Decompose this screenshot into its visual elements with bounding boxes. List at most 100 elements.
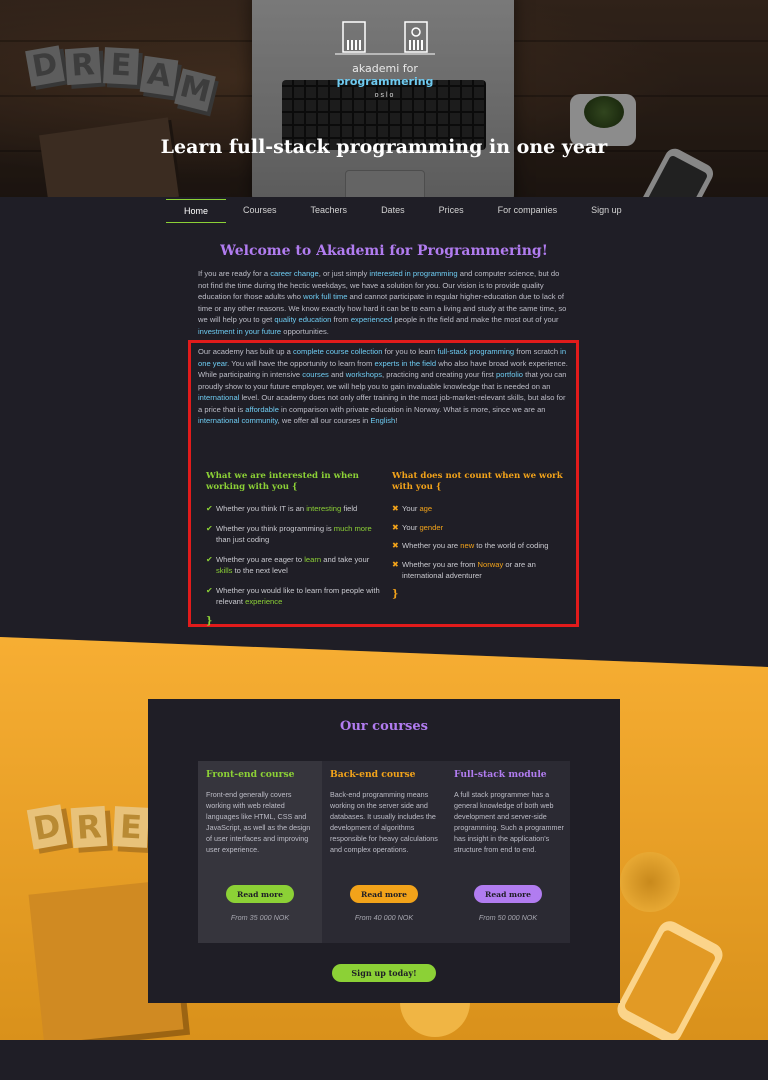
text-segment: than just coding bbox=[216, 535, 270, 544]
cross-icon: ✖ bbox=[392, 559, 399, 569]
text-segment: , practicing and creating your first bbox=[382, 370, 497, 379]
not-count-list: ✖ Your age ✖ Your gender ✖ Whether you are … bbox=[392, 503, 572, 582]
nav-item-home[interactable]: Home bbox=[166, 199, 227, 223]
inline-link[interactable]: complete course collection bbox=[293, 347, 382, 356]
course-description: Back-end programming means working on th… bbox=[330, 790, 438, 854]
nav-item-teachers[interactable]: Teachers bbox=[294, 199, 365, 223]
list-item: ✔ Whether you think programming is much m… bbox=[206, 523, 386, 546]
not-count-title: What does not count when we work with yo… bbox=[392, 471, 563, 492]
course-title: Front-end course bbox=[206, 769, 295, 780]
text-segment: to the next level bbox=[232, 566, 288, 575]
sign-up-button[interactable]: Sign up today! bbox=[332, 964, 436, 982]
nav-item-courses[interactable]: Courses bbox=[226, 199, 294, 223]
course-description: A full stack programmer has a general kn… bbox=[454, 790, 564, 854]
course-title: Back-end course bbox=[330, 769, 416, 780]
text-segment: . You will have the opportunity to learn… bbox=[227, 358, 375, 368]
keyword: learn bbox=[304, 554, 322, 564]
cross-icon: ✖ bbox=[392, 504, 399, 513]
text-segment: Whether you are eager to bbox=[216, 554, 305, 564]
read-more-button[interactable]: Read more bbox=[226, 885, 294, 903]
check-icon: ✔ bbox=[206, 585, 213, 595]
text-segment: from scratch bbox=[514, 347, 561, 356]
text-segment: and bbox=[328, 370, 346, 379]
text-segment: Whether you think programming is bbox=[216, 523, 334, 533]
text-segment: If you are ready for a bbox=[198, 269, 271, 278]
keyword: experience bbox=[245, 597, 283, 606]
text-segment: Your bbox=[402, 522, 420, 532]
inline-link[interactable]: courses bbox=[302, 370, 329, 379]
logo-subtitle: oslo bbox=[374, 92, 396, 99]
inline-link[interactable]: full-stack programming bbox=[437, 347, 514, 356]
text-segment: to the world of coding bbox=[474, 541, 549, 550]
hero-title: Learn full-stack programming in one year bbox=[160, 136, 608, 158]
academy-paragraph: Our academy has built up a complete cour… bbox=[198, 346, 571, 427]
keyword: much more bbox=[333, 523, 372, 533]
course-price: From 35 000 NOK bbox=[230, 913, 290, 922]
footer-band bbox=[0, 1040, 768, 1080]
inline-link[interactable]: international community bbox=[198, 416, 278, 425]
text-segment: Whether you would like to learn from peo… bbox=[216, 585, 380, 607]
not-count-list-section: What does not count when we work with yo… bbox=[392, 471, 572, 600]
list-item: ✔ Whether you are eager to learn and take… bbox=[206, 554, 386, 577]
text-segment: Whether you are from bbox=[402, 559, 478, 569]
courses-title: Our courses bbox=[340, 719, 428, 734]
inline-link[interactable]: experienced bbox=[351, 315, 392, 324]
course-price: From 50 000 NOK bbox=[478, 913, 538, 922]
dream-letter-block: D bbox=[26, 804, 68, 850]
dream-letter-block: E bbox=[112, 806, 150, 848]
text-segment: from bbox=[331, 315, 351, 324]
closing-brace: } bbox=[392, 588, 399, 600]
check-icon: ✔ bbox=[206, 554, 213, 564]
nav-item-dates[interactable]: Dates bbox=[364, 199, 422, 223]
read-more-button[interactable]: Read more bbox=[350, 885, 418, 903]
inline-link[interactable]: investment in your future bbox=[198, 327, 281, 336]
plant-decoration bbox=[620, 852, 680, 912]
interested-title: What we are interested in when working w… bbox=[206, 471, 359, 492]
cross-icon: ✖ bbox=[392, 522, 399, 532]
inline-link[interactable]: work full time bbox=[303, 292, 347, 301]
course-description: Front-end generally covers working with … bbox=[206, 790, 311, 854]
text-segment: , we offer all our courses in bbox=[277, 416, 371, 425]
text-segment: , or just simply bbox=[318, 269, 370, 278]
nav-item-for-companies[interactable]: For companies bbox=[481, 199, 575, 223]
list-item: ✖ Your gender bbox=[392, 522, 572, 534]
closing-brace: } bbox=[206, 615, 213, 627]
inline-link[interactable]: international bbox=[198, 393, 239, 402]
nav-item-prices[interactable]: Prices bbox=[422, 199, 481, 223]
inline-link[interactable]: workshops bbox=[346, 370, 382, 379]
dream-letter-block: R bbox=[70, 805, 108, 849]
keyword: interesting bbox=[306, 504, 342, 513]
keyword: Norway bbox=[477, 559, 504, 569]
welcome-title: Welcome to Akademi for Programmering! bbox=[220, 243, 548, 259]
list-item: ✖ Your age bbox=[392, 503, 572, 515]
text-segment: opportunities. bbox=[281, 326, 329, 336]
text-segment: Whether you are bbox=[402, 541, 461, 550]
text-segment: ! bbox=[395, 416, 398, 425]
course-card-front-end: Front-end course Front-end generally cov… bbox=[198, 761, 322, 943]
course-price: From 40 000 NOK bbox=[354, 913, 414, 922]
courses-panel: Our courses Front-end course Front-end g… bbox=[148, 699, 620, 1003]
logo-icon bbox=[335, 21, 435, 55]
inline-link[interactable]: quality education bbox=[274, 315, 331, 324]
main-nav: Home Courses Teachers Dates Prices For c… bbox=[166, 199, 639, 223]
inline-link[interactable]: career change bbox=[270, 269, 319, 278]
text-segment: for you to learn bbox=[382, 347, 438, 356]
text-segment: and take your bbox=[321, 554, 370, 564]
text-segment: in comparison with private education in … bbox=[278, 404, 546, 414]
inline-link[interactable]: portfolio bbox=[496, 370, 523, 379]
inline-link[interactable]: interested in programming bbox=[369, 269, 457, 278]
inline-link[interactable]: experts in the field bbox=[374, 359, 436, 368]
inline-link[interactable]: affordable bbox=[245, 405, 279, 414]
course-title: Full-stack module bbox=[454, 769, 547, 780]
text-segment: people in the field and make the most ou… bbox=[392, 315, 559, 324]
site-logo[interactable]: akademi for programmering oslo bbox=[310, 20, 460, 99]
text-segment: Whether you think IT is an bbox=[216, 504, 307, 513]
nav-item-sign-up[interactable]: Sign up bbox=[574, 199, 639, 223]
list-item: ✖ Whether you are new to the world of cod… bbox=[392, 540, 572, 552]
inline-link[interactable]: English bbox=[370, 416, 395, 425]
read-more-button[interactable]: Read more bbox=[474, 885, 542, 903]
interested-list: ✔ Whether you think IT is an interesting … bbox=[206, 503, 386, 608]
check-icon: ✔ bbox=[206, 504, 213, 513]
hero-banner: D R E A M akademi for programmering oslo… bbox=[0, 0, 768, 197]
list-item: ✔ Whether you would like to learn from pe… bbox=[206, 585, 386, 608]
